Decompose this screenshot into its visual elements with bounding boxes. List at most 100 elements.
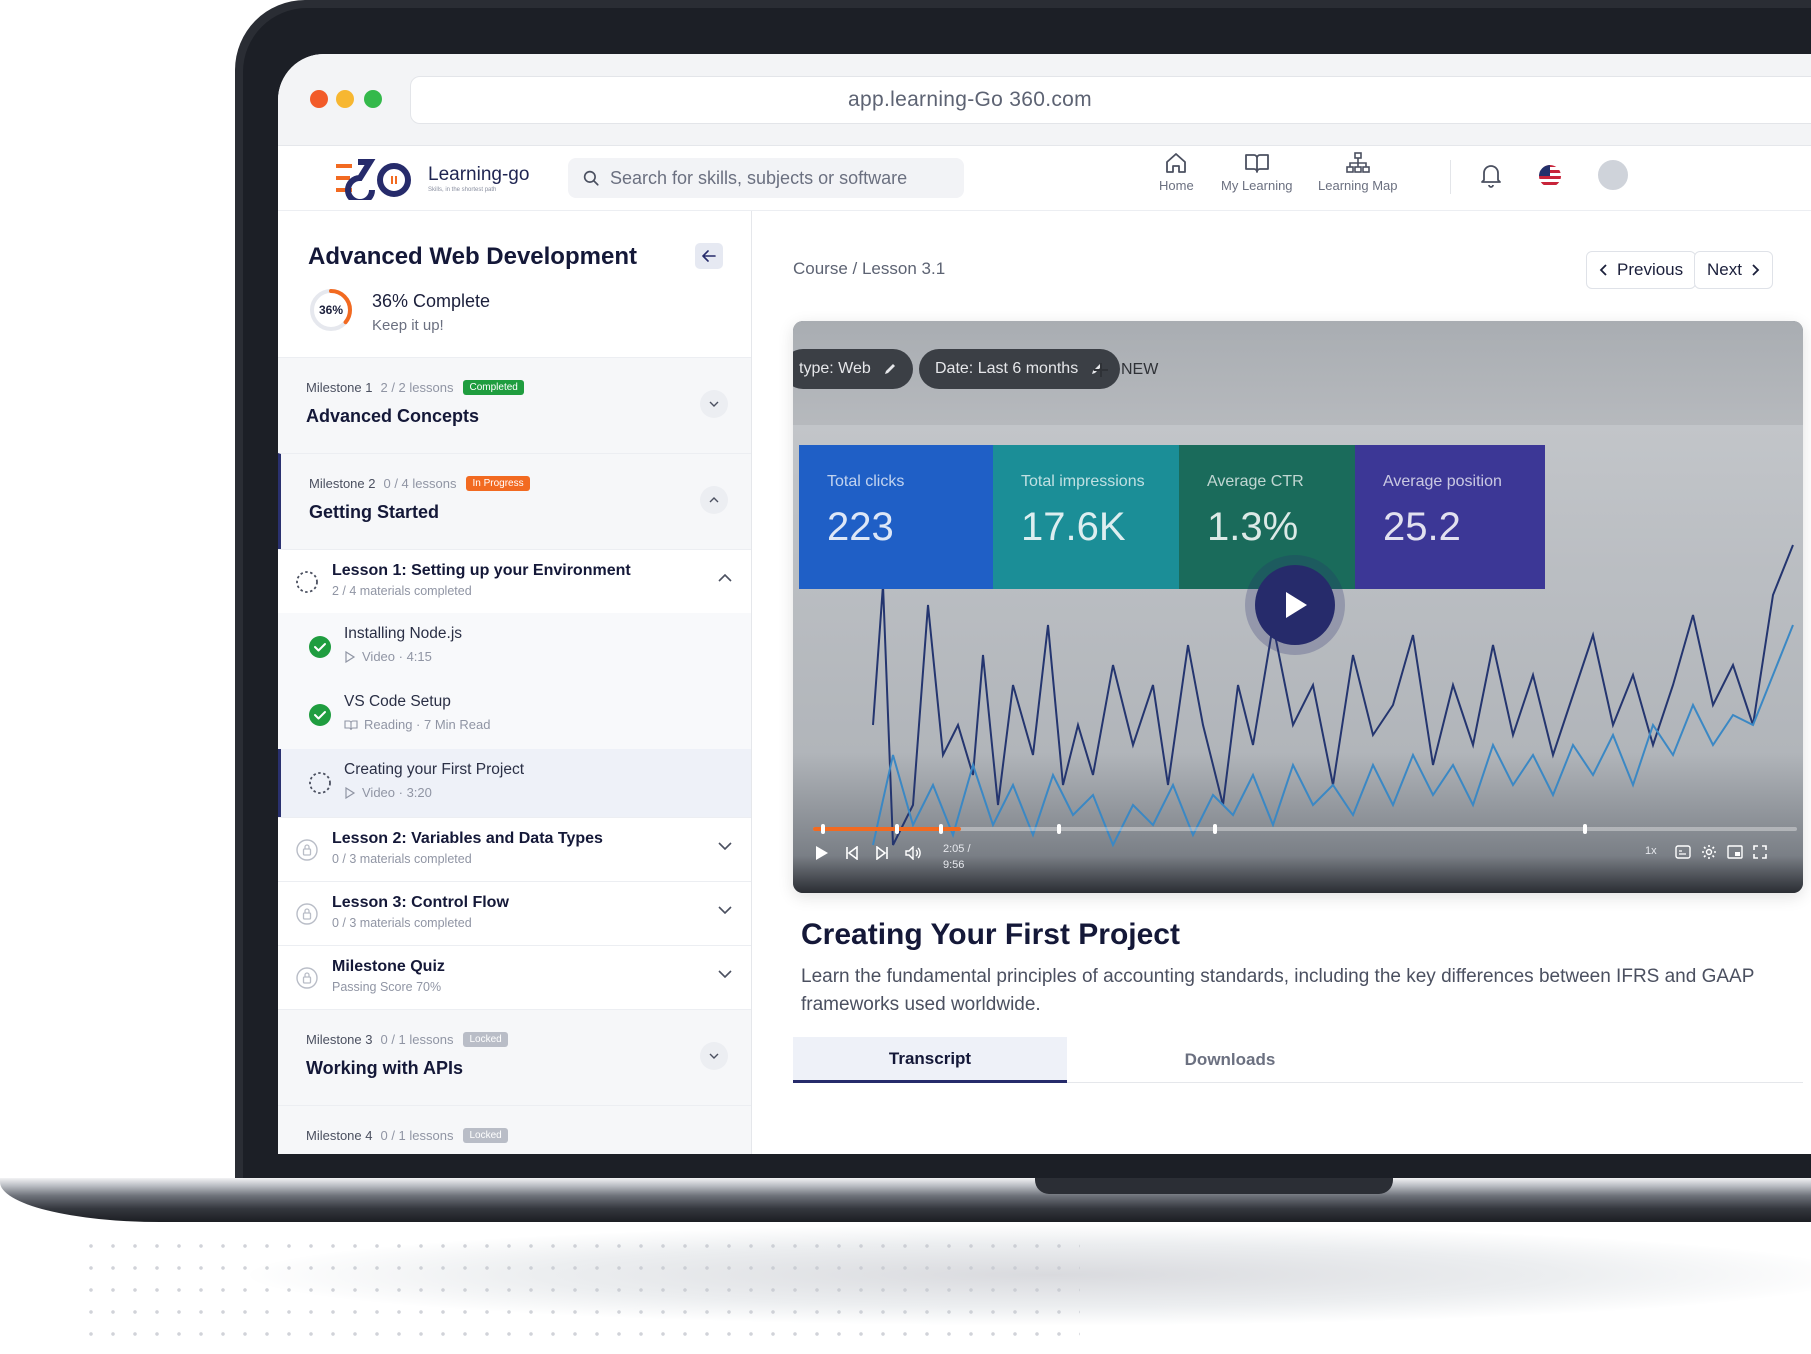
chapter-marker[interactable] [821,824,825,834]
material-item-current[interactable]: Creating your First Project Video · 3:20 [278,749,751,817]
search-input[interactable] [610,167,950,189]
skip-back-icon[interactable] [845,846,859,860]
material-item[interactable]: Installing Node.js Video · 4:15 [278,613,751,681]
logo[interactable]: Learning-go Skills, in the shortest path [336,156,529,205]
kpi-value: 1.3% [1207,505,1299,549]
address-bar[interactable]: app.learning-Go 360.com [410,76,1811,124]
us-flag-icon [1539,165,1561,187]
chapter-marker[interactable] [1213,824,1217,834]
chevron-down-icon [709,401,719,407]
stage: app.learning-Go 360.com Learning-go Skil… [0,0,1811,1354]
captions-icon[interactable] [1675,845,1691,859]
expand-milestone-button[interactable] [700,390,728,418]
language-selector[interactable] [1538,164,1562,193]
check-circle-icon [309,636,331,658]
status-badge: Locked [463,1032,508,1047]
tab-transcript[interactable]: Transcript [793,1037,1067,1083]
fullscreen-icon[interactable] [1753,845,1767,859]
milestone-title: Getting Started [309,502,440,522]
url-text: app.learning-Go 360.com [848,88,1092,111]
milestone-4[interactable]: Milestone 4 0 / 1 lessons Locked [278,1105,751,1154]
nav-learning-map-label: Learning Map [1318,178,1398,193]
chapter-marker[interactable] [895,824,899,834]
picture-in-picture-icon[interactable] [1727,845,1743,859]
nav-home[interactable]: Home [1159,152,1194,193]
play-icon[interactable] [815,845,829,861]
lock-circle-icon [296,967,318,989]
milestone-3[interactable]: Milestone 3 0 / 1 lessons Locked Working… [278,1009,751,1105]
maximize-window-dot[interactable] [364,90,382,108]
next-button[interactable]: Next [1694,251,1773,289]
milestone-label: Milestone 1 [306,380,373,395]
decorative-dots [80,1235,1080,1350]
progress-encouragement: Keep it up! [372,317,444,334]
milestone-quiz[interactable]: Milestone Quiz Passing Score 70% [278,945,751,1009]
playback-speed[interactable]: 1x [1645,845,1657,857]
kpi-total-clicks: Total clicks 223 [799,445,993,589]
milestone-lesson-count: 0 / 1 lessons [380,1128,454,1143]
material-title: VS Code Setup [344,693,451,710]
nav-my-learning-label: My Learning [1221,178,1293,193]
material-meta: Video · 4:15 [344,649,432,664]
lesson-title: Lesson 1: Setting up your Environment [332,562,631,579]
avatar[interactable] [1596,158,1630,192]
chevron-down-icon[interactable] [718,970,732,978]
search-box[interactable] [568,158,964,198]
close-window-dot[interactable] [310,90,328,108]
notifications-button[interactable] [1479,162,1503,193]
video-controls: 2:05 / 9:56 1x [793,824,1803,893]
laptop-base [0,1178,1811,1222]
nav-learning-map[interactable]: Learning Map [1318,152,1398,193]
laptop-screen: app.learning-Go 360.com Learning-go Skil… [278,54,1811,1154]
chevron-up-icon [709,497,719,503]
video-timeline[interactable] [813,824,1797,834]
lesson-title: Lesson 3: Control Flow [332,894,509,911]
chapter-marker[interactable] [1583,824,1587,834]
milestone-1[interactable]: Milestone 1 2 / 2 lessons Completed Adva… [278,357,751,453]
chevron-down-icon[interactable] [718,906,732,914]
expand-milestone-button[interactable] [700,1042,728,1070]
chevron-down-icon [709,1053,719,1059]
app-header: Learning-go Skills, in the shortest path… [278,146,1811,211]
material-meta: Video · 3:20 [344,785,432,800]
milestone-label: Milestone 3 [306,1032,373,1047]
kpi-label: Average position [1383,473,1502,490]
volume-icon[interactable] [905,846,923,860]
new-filter-label: NEW [1121,361,1159,378]
previous-button[interactable]: Previous [1586,251,1697,289]
chapter-marker[interactable] [1057,824,1061,834]
breadcrumb: Course / Lesson 3.1 [793,259,946,278]
lesson-3[interactable]: Lesson 3: Control Flow 0 / 3 materials c… [278,881,751,945]
tab-downloads[interactable]: Downloads [1067,1037,1393,1083]
kpi-label: Total impressions [1021,473,1145,490]
chevron-up-icon[interactable] [718,574,732,582]
time-current: 2:05 / [943,843,971,855]
minimize-window-dot[interactable] [336,90,354,108]
book-open-icon [344,719,358,730]
lesson-2[interactable]: Lesson 2: Variables and Data Types 0 / 3… [278,817,751,881]
kpi-average-ctr: Average CTR 1.3% [1179,445,1355,589]
play-video-button[interactable] [1255,565,1335,645]
gear-icon[interactable] [1701,844,1717,860]
time-total: 9:56 [943,859,965,871]
kpi-total-impressions: Total impressions 17.6K [993,445,1179,589]
chevron-down-icon[interactable] [718,842,732,850]
collapse-milestone-button[interactable] [700,486,728,514]
video-player[interactable]: type: Web Date: Last 6 months NEW Total … [793,321,1803,893]
material-meta-text: Video · 4:15 [362,649,432,664]
lesson-1[interactable]: Lesson 1: Setting up your Environment 2 … [278,549,751,613]
nav-my-learning[interactable]: My Learning [1221,152,1293,193]
milestone-2[interactable]: Milestone 2 0 / 4 lessons In Progress Ge… [278,453,751,549]
lesson-title: Lesson 2: Variables and Data Types [332,830,603,847]
course-title: Advanced Web Development [308,243,637,270]
chapter-marker[interactable] [939,824,943,834]
brand-tagline: Skills, in the shortest path [428,186,497,193]
filter-chip-date: Date: Last 6 months [919,349,1121,389]
milestone-lesson-count: 2 / 2 lessons [380,380,454,395]
kpi-value: 25.2 [1383,505,1461,549]
in-progress-circle-icon [309,772,331,794]
skip-forward-icon[interactable] [875,846,889,860]
collapse-sidebar-button[interactable] [695,243,723,269]
search-icon [583,170,599,186]
material-item[interactable]: VS Code Setup Reading · 7 Min Read [278,681,751,749]
